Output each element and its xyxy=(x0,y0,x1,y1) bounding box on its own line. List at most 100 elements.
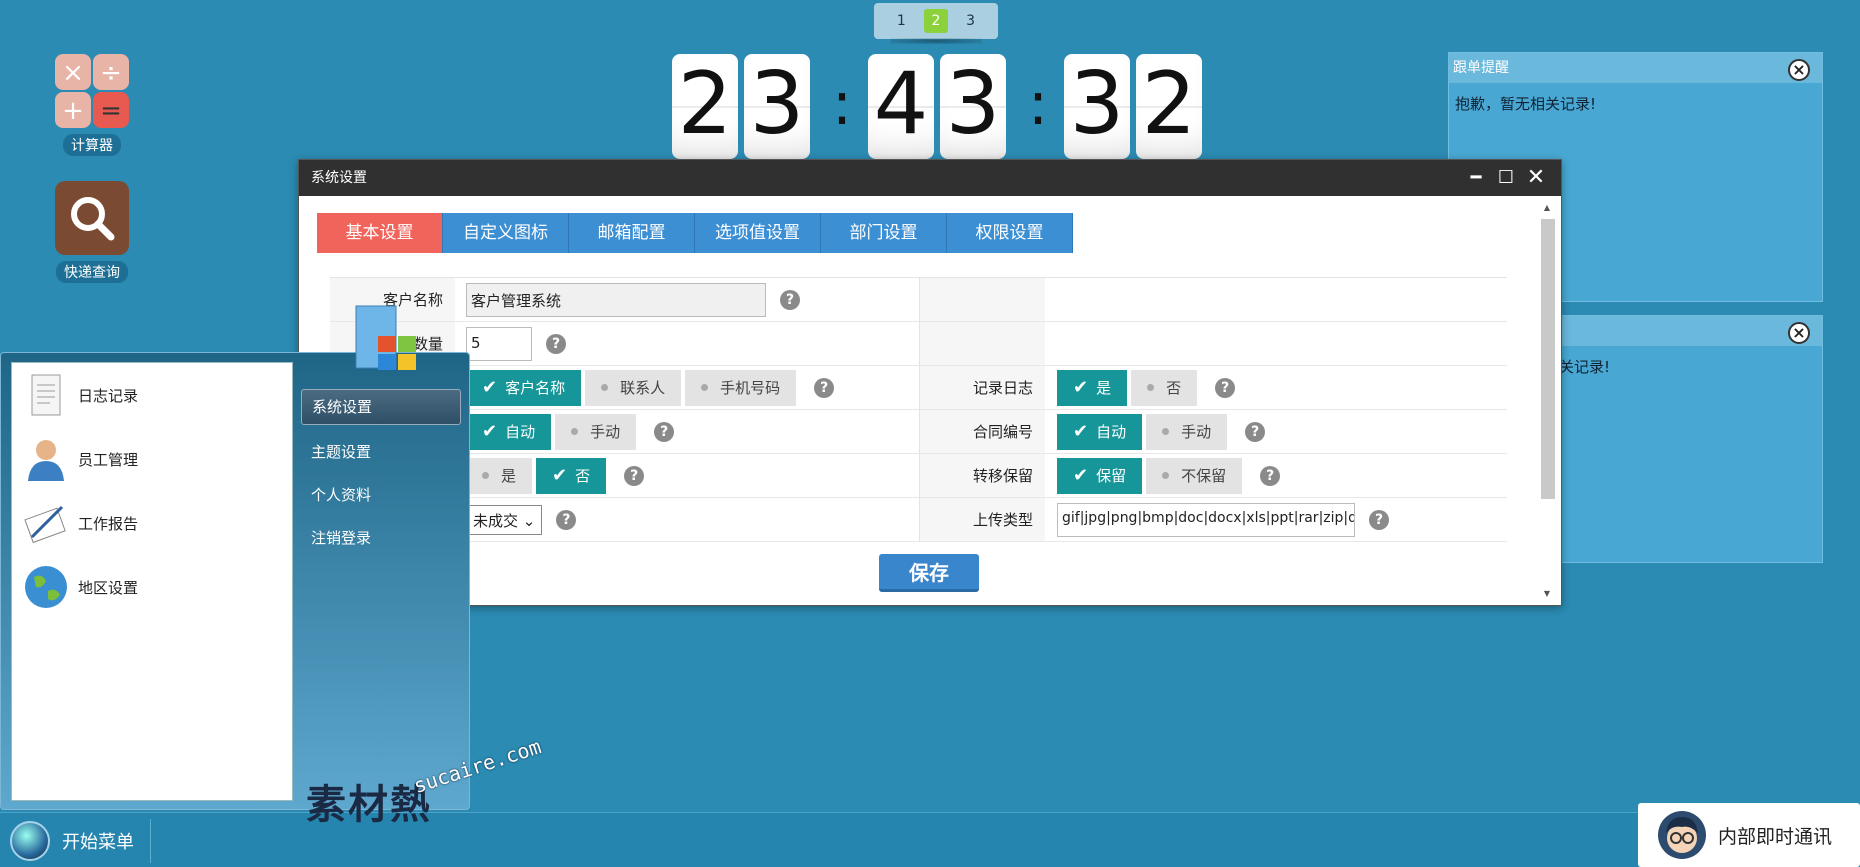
option-contract-manual[interactable]: 手动 xyxy=(1146,413,1228,450)
help-icon[interactable]: ? xyxy=(556,509,577,530)
minimize-icon[interactable]: ━ xyxy=(1461,160,1491,196)
reminder-title: 跟单提醒 xyxy=(1449,53,1822,83)
tab-basic[interactable]: 基本设置 xyxy=(317,213,443,253)
tab-permissions[interactable]: 权限设置 xyxy=(947,213,1073,253)
table-row: 未成交 ⌄ ? 上传类型 gif|jpg|png|bmp|doc|docx|xl… xyxy=(330,498,1507,542)
page-2-button[interactable]: 2 xyxy=(923,9,948,33)
option-log-no[interactable]: 否 xyxy=(1131,369,1198,406)
clock-minute-tens: 4 xyxy=(868,54,934,159)
clock-separator: : xyxy=(1027,69,1049,139)
option-manual[interactable]: 手动 xyxy=(555,413,637,450)
option-phone[interactable]: 手机号码 xyxy=(685,369,797,406)
vertical-scrollbar[interactable]: ▲ ▼ xyxy=(1539,203,1555,598)
help-icon[interactable]: ? xyxy=(1215,377,1236,398)
dot-icon xyxy=(701,384,709,391)
watermark: 素材熱 sucaire.com xyxy=(306,734,544,830)
check-icon: ✔ xyxy=(1073,377,1089,398)
save-button[interactable]: 保存 xyxy=(879,554,979,592)
settings-window: 系统设置 ━ ☐ ✕ 基本设置 自定义图标 邮箱配置 选项值设置 部门设置 权限… xyxy=(298,159,1562,606)
check-icon: ✔ xyxy=(552,465,568,486)
help-icon[interactable]: ? xyxy=(654,421,675,442)
option-no[interactable]: ✔ 否 xyxy=(536,457,607,494)
option-not-keep[interactable]: 不保留 xyxy=(1146,457,1243,494)
calculator-desktop-icon[interactable]: × ÷ + = 计算器 xyxy=(50,54,134,156)
help-icon[interactable]: ? xyxy=(780,289,800,310)
instant-messaging-button[interactable]: 内部即时通讯 xyxy=(1638,803,1860,867)
maximize-icon[interactable]: ☐ xyxy=(1491,160,1521,196)
page-1-button[interactable]: 1 xyxy=(889,9,913,33)
menu-item-logout[interactable]: 注销登录 xyxy=(301,517,461,560)
field-label: 转移保留 xyxy=(920,454,1045,497)
tab-mail[interactable]: 邮箱配置 xyxy=(569,213,695,253)
start-menu-links: 系统设置 主题设置 个人资料 注销登录 xyxy=(301,389,461,560)
svg-text:=: = xyxy=(100,96,122,126)
reminder-message: 抱歉，暂无相关记录! xyxy=(1455,95,1597,113)
option-auto[interactable]: ✔ 自动 xyxy=(466,413,552,450)
option-customer-name[interactable]: ✔ 客户名称 xyxy=(466,369,582,406)
check-icon: ✔ xyxy=(482,377,498,398)
user-icon xyxy=(28,440,64,481)
tab-custom-icons[interactable]: 自定义图标 xyxy=(443,213,569,253)
help-icon[interactable]: ? xyxy=(1369,509,1389,530)
check-icon: ✔ xyxy=(1073,421,1089,442)
chevron-down-icon: ⌄ xyxy=(522,511,536,530)
start-button[interactable]: 开始菜单 xyxy=(10,819,134,863)
clock-hour-tens: 2 xyxy=(672,54,738,159)
report-icon xyxy=(24,505,66,544)
dot-icon xyxy=(601,384,609,391)
help-icon[interactable]: ? xyxy=(1260,465,1281,486)
list-item[interactable]: 员工管理 xyxy=(12,427,292,491)
dot-icon xyxy=(571,428,579,435)
dot-icon xyxy=(482,472,489,479)
check-icon: ✔ xyxy=(482,421,498,442)
page-3-button[interactable]: 3 xyxy=(959,9,983,33)
svg-text:×: × xyxy=(62,58,84,88)
document-icon xyxy=(31,374,61,416)
help-icon[interactable]: ? xyxy=(546,333,566,354)
help-icon[interactable]: ? xyxy=(624,465,645,486)
menu-item-system-settings[interactable]: 系统设置 xyxy=(301,389,461,425)
option-contact[interactable]: 联系人 xyxy=(585,369,682,406)
search-desktop-icon[interactable]: 快递查询 xyxy=(50,181,134,283)
clock-hour-ones: 3 xyxy=(744,54,810,159)
quantity-input[interactable]: 5 xyxy=(466,326,532,361)
calculator-label: 计算器 xyxy=(63,134,121,156)
taskbar-divider xyxy=(150,819,151,863)
close-icon[interactable]: × xyxy=(1788,59,1810,81)
check-icon: ✔ xyxy=(1073,465,1089,486)
option-keep[interactable]: ✔ 保留 xyxy=(1057,457,1143,494)
list-item[interactable]: 工作报告 xyxy=(12,491,292,555)
help-icon[interactable]: ? xyxy=(1245,421,1266,442)
close-icon[interactable]: ✕ xyxy=(1521,160,1551,196)
search-label: 快递查询 xyxy=(56,261,128,283)
customer-name-input[interactable]: 客户管理系统 xyxy=(466,282,766,317)
im-label: 内部即时通讯 xyxy=(1718,825,1833,848)
close-icon[interactable]: × xyxy=(1788,322,1810,344)
table-row: 是 ✔ 否 ? 转移保留 ✔ 保留 不保留 ? xyxy=(330,454,1507,498)
tab-options[interactable]: 选项值设置 xyxy=(695,213,821,253)
table-row: 客户名称 客户管理系统 ? xyxy=(330,278,1507,322)
table-row: ✔ 客户名称 联系人 手机号码 ? 记录日志 ✔ 是 否 ? xyxy=(330,366,1507,410)
option-yes[interactable]: 是 xyxy=(466,457,533,494)
scroll-down-icon[interactable]: ▼ xyxy=(1539,589,1555,598)
option-contract-auto[interactable]: ✔ 自动 xyxy=(1057,413,1143,450)
taskbar: 开始菜单 xyxy=(0,812,1860,867)
start-menu-programs: 日志记录 员工管理 工作报告 地区设置 xyxy=(11,362,293,801)
tab-departments[interactable]: 部门设置 xyxy=(821,213,947,253)
dot-icon xyxy=(1147,384,1155,391)
clock-separator: : xyxy=(831,69,853,139)
field-label: 合同编号 xyxy=(920,410,1045,453)
list-item[interactable]: 日志记录 xyxy=(12,363,292,427)
menu-item-profile[interactable]: 个人资料 xyxy=(301,474,461,517)
scrollbar-thumb[interactable] xyxy=(1541,219,1555,499)
menu-item-theme[interactable]: 主题设置 xyxy=(301,431,461,474)
settings-tabs: 基本设置 自定义图标 邮箱配置 选项值设置 部门设置 权限设置 xyxy=(317,213,1073,253)
upload-type-input[interactable]: gif|jpg|png|bmp|doc|docx|xls|ppt|rar|zip… xyxy=(1057,502,1355,537)
avatar-icon xyxy=(1658,811,1706,859)
help-icon[interactable]: ? xyxy=(814,377,835,398)
list-item[interactable]: 地区设置 xyxy=(12,555,292,619)
windows-folder-icon xyxy=(355,305,416,370)
option-log-yes[interactable]: ✔ 是 xyxy=(1057,369,1128,406)
scroll-up-icon[interactable]: ▲ xyxy=(1539,203,1555,212)
status-select[interactable]: 未成交 ⌄ xyxy=(466,504,543,535)
